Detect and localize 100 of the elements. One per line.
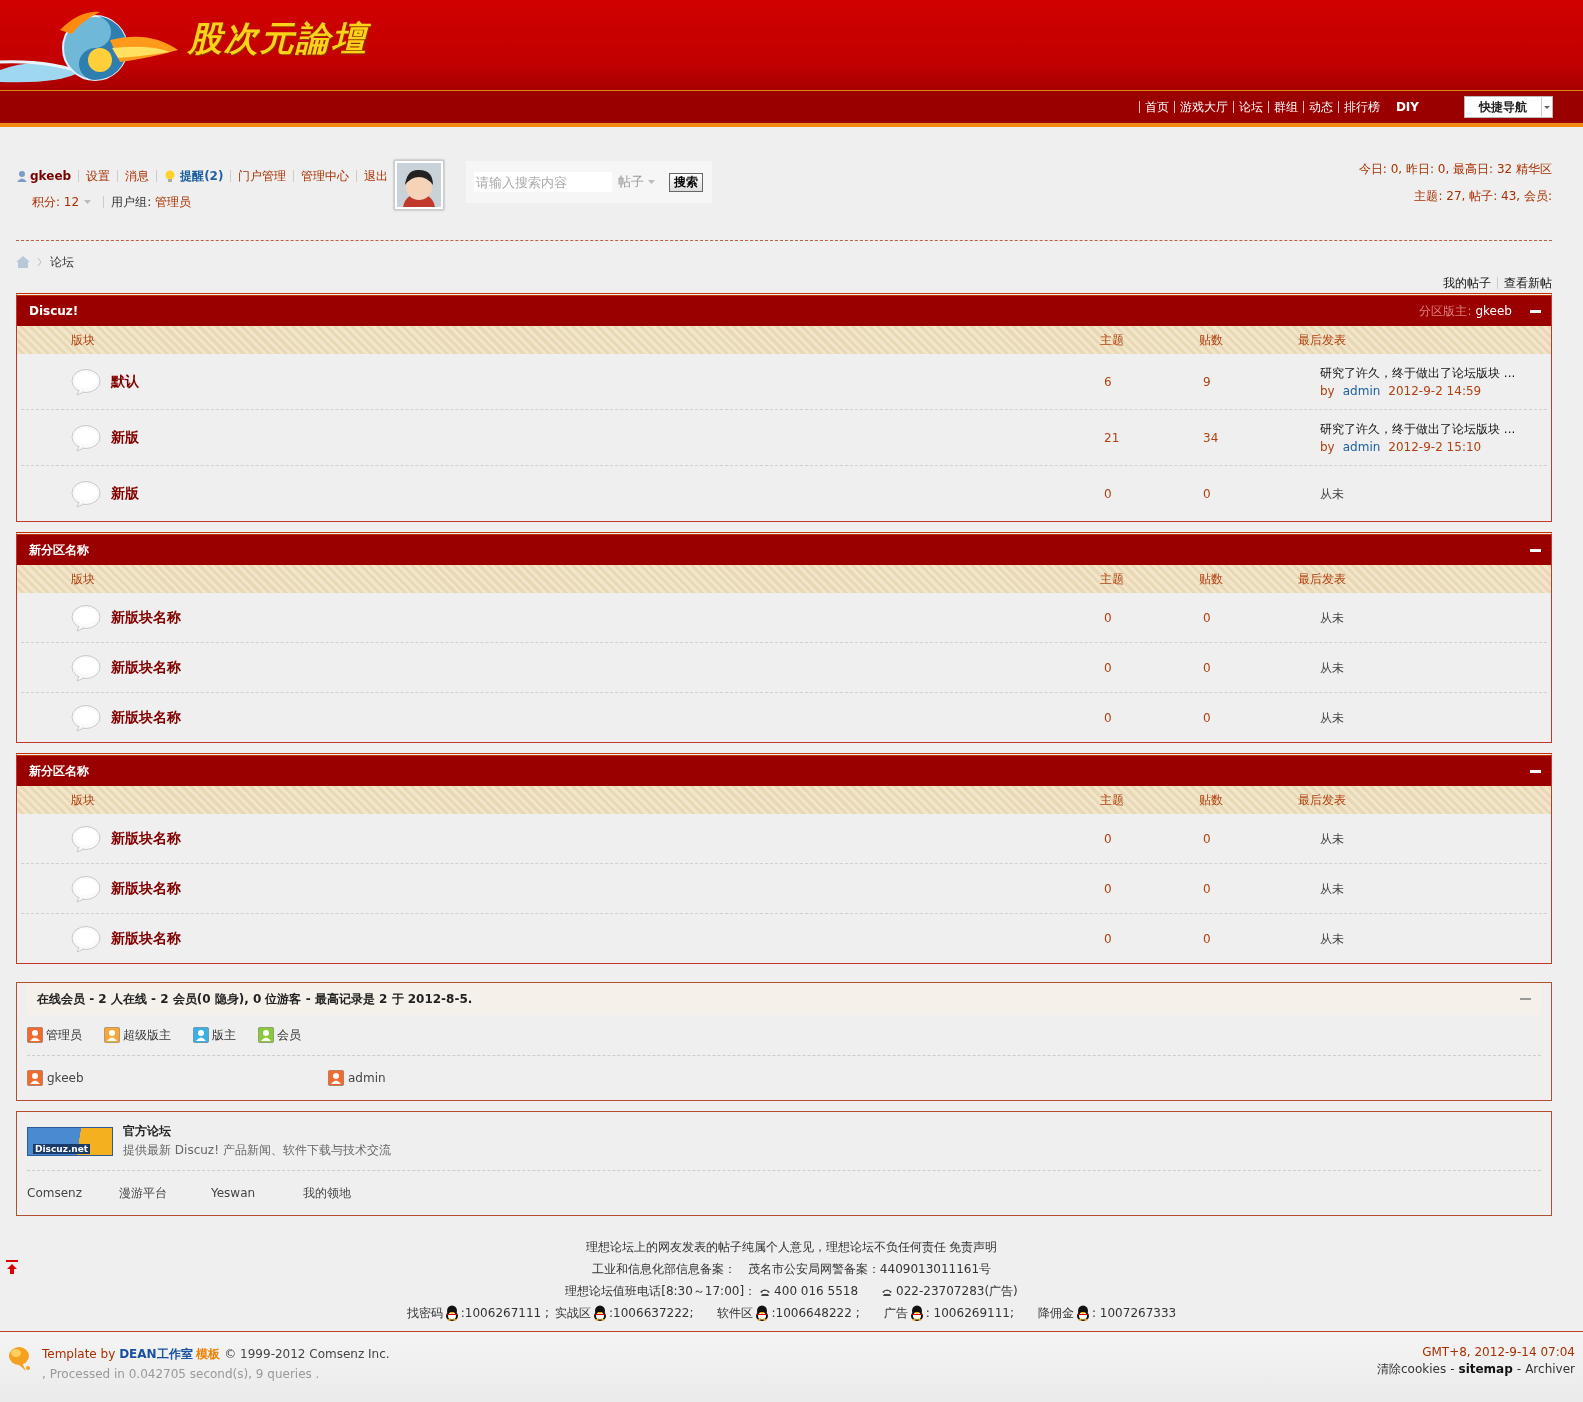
collapse-button[interactable] <box>1530 769 1541 773</box>
forum-name-link[interactable]: 新版块名称 <box>111 829 181 848</box>
quick-link[interactable]: 我的帖子 <box>1443 277 1491 289</box>
credits-menu[interactable]: 积分: 12 <box>30 196 104 208</box>
post-count: 0 <box>1203 931 1212 946</box>
forum-stats: 主题: 27, 帖子: 43, 会员: <box>1413 188 1552 205</box>
column-header: 版块 <box>70 570 96 588</box>
author-link[interactable]: admin <box>1342 381 1381 400</box>
forum-name-link[interactable]: 新版块名称 <box>111 929 181 948</box>
column-header: 主题 <box>1100 791 1125 809</box>
text-link[interactable]: Yeswan <box>211 1186 303 1200</box>
collapse-button[interactable] <box>1530 309 1541 313</box>
qq-number: : 1006269111; <box>925 1305 1014 1322</box>
record-info: 工业和信息化部信息备案： 茂名市公安局网警备案：4409013011161号 <box>591 1261 992 1278</box>
user-menu-link[interactable]: 管理中心 <box>293 170 357 182</box>
link-title[interactable]: 官方论坛 <box>123 1123 391 1140</box>
last-post-none: 从未 <box>1320 831 1344 846</box>
qq-label: 广告 <box>883 1305 908 1322</box>
qq-number: :1006267111 ; <box>460 1305 550 1322</box>
forum-name-link[interactable]: 新版 <box>111 484 139 503</box>
nav-link[interactable]: 游戏大厅 <box>1173 101 1233 113</box>
back-to-top-icon[interactable] <box>6 1260 18 1274</box>
topic-count: 0 <box>1104 610 1113 625</box>
footer-link[interactable]: 清除cookies <box>1376 1361 1447 1378</box>
user-menu-link[interactable]: 门户管理 <box>230 170 294 182</box>
column-header: 贴数 <box>1199 791 1224 809</box>
text-link[interactable]: Comsenz <box>27 1186 119 1200</box>
speech-bubble-icon <box>71 924 101 953</box>
qq-label: 降佣金 <box>1038 1305 1074 1322</box>
column-header: 最后发表 <box>1298 331 1347 349</box>
column-header: 主题 <box>1100 570 1125 588</box>
author-link[interactable]: admin <box>1342 437 1381 456</box>
reminder-link[interactable]: 提醒(2) <box>156 170 231 182</box>
forum-stats: 今日: 0, 昨日: 0, 最高日: 32 <box>1358 162 1513 176</box>
qq-number: :1006637222; <box>609 1305 694 1322</box>
forum-name-link[interactable]: 新版块名称 <box>111 879 181 898</box>
text-link[interactable]: 漫游平台 <box>119 1184 211 1202</box>
nav-link[interactable]: 动态 <box>1302 101 1338 113</box>
last-post-link[interactable]: 研究了许久，终于做出了论坛版块 ... <box>1320 421 1516 436</box>
category-title[interactable]: 新分区名称 <box>29 762 89 780</box>
user-group-link[interactable]: 管理员 <box>155 196 192 208</box>
post-count: 0 <box>1203 486 1212 501</box>
copyright: © 1999-2012 Comsenz Inc. <box>224 1347 390 1361</box>
lightbulb-icon <box>164 170 177 182</box>
link-separator: - <box>1450 1361 1455 1378</box>
forum-name-link[interactable]: 新版 <box>111 428 139 447</box>
topic-count: 0 <box>1104 881 1113 896</box>
nav-link[interactable]: 论坛 <box>1232 101 1268 113</box>
studio-link[interactable]: DEAN工作室 <box>119 1347 193 1361</box>
nav-link[interactable]: 群组 <box>1267 101 1303 113</box>
text-link[interactable]: 我的领地 <box>303 1184 395 1202</box>
forum-name-link[interactable]: 默认 <box>111 372 139 391</box>
by-label: by <box>1320 382 1335 400</box>
home-icon <box>16 256 30 268</box>
nav-link[interactable]: DIY <box>1390 101 1424 113</box>
qq-label: 实战区 <box>555 1305 592 1322</box>
category-title[interactable]: 新分区名称 <box>29 541 89 559</box>
nav-link[interactable]: 排行榜 <box>1337 101 1385 113</box>
digest-link[interactable]: 精华区 <box>1516 162 1552 176</box>
post-time-link[interactable]: 2012-9-2 14:59 <box>1388 381 1482 400</box>
post-time-link[interactable]: 2012-9-2 15:10 <box>1388 437 1482 456</box>
quick-nav-button[interactable]: 快捷导航 <box>1464 96 1553 118</box>
search-button[interactable]: 搜索 <box>669 172 703 192</box>
forum-name-link[interactable]: 新版块名称 <box>111 708 181 727</box>
search-field[interactable]: 请输入搜索内容 <box>474 172 612 192</box>
quick-link[interactable]: 查看新帖 <box>1497 277 1552 289</box>
user-menu-link[interactable]: 设置 <box>78 170 118 182</box>
category-title[interactable]: Discuz! <box>29 304 79 318</box>
last-post-none: 从未 <box>1320 881 1344 896</box>
moderator-link[interactable]: gkeeb <box>1475 304 1512 318</box>
topic-count: 0 <box>1104 931 1113 946</box>
qq-label: 软件区 <box>717 1305 754 1322</box>
phone-number: 022-23707283(广告) <box>896 1283 1018 1300</box>
penguin-icon <box>1075 1305 1091 1321</box>
column-header: 贴数 <box>1199 570 1224 588</box>
qq-number: : 1007267333 <box>1092 1305 1177 1322</box>
speech-bubble-icon <box>71 653 101 682</box>
column-header: 版块 <box>70 791 96 809</box>
legend-label: 管理员 <box>46 1026 82 1044</box>
footer-link[interactable]: Archiver <box>1525 1361 1575 1378</box>
processed-info: , Processed in 0.042705 second(s), 9 queries . <box>42 1367 321 1381</box>
last-post-link[interactable]: 研究了许久，终于做出了论坛版块 ... <box>1320 365 1516 380</box>
discuz-logo-link[interactable]: Discuz.net <box>27 1126 113 1156</box>
speech-bubble-icon <box>71 874 101 903</box>
post-count: 0 <box>1203 610 1212 625</box>
footer-link[interactable]: sitemap <box>1458 1361 1513 1378</box>
user-menu-link[interactable]: 消息 <box>117 170 157 182</box>
collapse-button[interactable] <box>1530 548 1541 552</box>
nav-link[interactable]: 首页 <box>1138 101 1174 113</box>
member-link[interactable]: admin <box>348 1071 386 1085</box>
forum-name-link[interactable]: 新版块名称 <box>111 608 181 627</box>
topic-count: 0 <box>1104 831 1113 846</box>
link-description: 提供最新 Discuz! 产品新闻、软件下载与技术交流 <box>123 1142 391 1159</box>
post-count: 0 <box>1203 881 1212 896</box>
caret-icon <box>1544 105 1550 109</box>
server-time: GMT+8, 2012-9-14 07:04 <box>1421 1344 1575 1361</box>
member-link[interactable]: gkeeb <box>47 1071 84 1085</box>
speech-bubble-icon <box>71 423 101 452</box>
forum-name-link[interactable]: 新版块名称 <box>111 658 181 677</box>
username-link[interactable]: gkeeb <box>28 170 79 182</box>
